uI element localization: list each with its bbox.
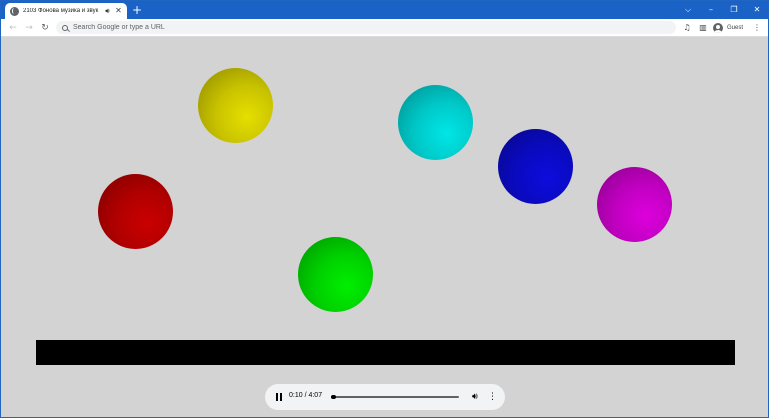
search-icon	[62, 24, 68, 31]
avatar-icon	[713, 23, 723, 33]
menu-icon[interactable]: ⋮	[753, 22, 761, 34]
ball-yellow	[198, 68, 273, 143]
tab-active[interactable]: 2103 Фонова музика и звук 🔊︎ ✕	[5, 3, 127, 19]
black-bar	[36, 340, 735, 365]
ball-cyan	[398, 85, 473, 160]
ball-blue	[498, 129, 573, 204]
page-content: 0:10 / 4:07 🔊︎ ⋮	[1, 38, 768, 417]
ball-red	[98, 174, 173, 249]
tab-search-icon[interactable]: ⌵	[677, 1, 699, 19]
time-display: 0:10 / 4:07	[289, 392, 323, 399]
side-panel-icon[interactable]: ▥	[698, 22, 708, 34]
close-window-button[interactable]: ✕	[746, 1, 768, 19]
omnibox[interactable]	[56, 21, 676, 34]
close-tab-icon[interactable]: ✕	[114, 7, 123, 15]
reload-button[interactable]: ↻	[38, 20, 52, 36]
address-input[interactable]	[73, 24, 653, 31]
ball-green	[298, 237, 373, 312]
volume-icon[interactable]: 🔊︎	[472, 391, 483, 403]
tab-title: 2103 Фонова музика и звук	[23, 8, 99, 14]
audio-player: 0:10 / 4:07 🔊︎ ⋮	[265, 384, 505, 410]
new-tab-button[interactable]: +	[131, 4, 143, 16]
tab-strip: 2103 Фонова музика и звук 🔊︎ ✕ + ⌵ – ❐ ✕	[1, 1, 768, 19]
browser-toolbar: ← → ↻ ♫ ▥ Guest ⋮	[1, 19, 768, 37]
seek-progress	[331, 395, 337, 399]
back-button[interactable]: ←	[6, 20, 20, 36]
pause-icon[interactable]	[276, 393, 282, 401]
media-control-icon[interactable]: ♫	[682, 22, 692, 34]
speaker-icon[interactable]: 🔊︎	[103, 7, 112, 15]
profile-label: Guest	[727, 25, 744, 31]
forward-button[interactable]: →	[22, 20, 36, 36]
more-options-icon[interactable]: ⋮	[488, 391, 497, 403]
browser-window: 2103 Фонова музика и звук 🔊︎ ✕ + ⌵ – ❐ ✕…	[0, 0, 769, 418]
profile-button[interactable]: Guest	[713, 22, 743, 34]
minimize-button[interactable]: –	[700, 1, 722, 19]
globe-icon	[10, 6, 19, 16]
ball-magenta	[597, 167, 672, 242]
restore-button[interactable]: ❐	[723, 1, 745, 19]
seek-slider[interactable]	[331, 395, 459, 399]
